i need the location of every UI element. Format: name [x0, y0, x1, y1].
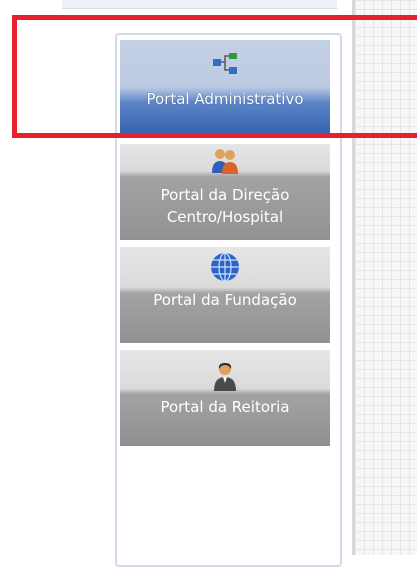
portal-direcao-button[interactable]: Portal da Direção Centro/Hospital [120, 144, 330, 240]
person-suit-icon [214, 363, 236, 391]
portal-fundacao-label: Portal da Fundação [153, 291, 297, 309]
portal-administrativo-label: Portal Administrativo [146, 90, 304, 108]
org-chart-icon [213, 53, 237, 74]
content-grid-area [352, 0, 417, 555]
portal-direcao-label: Portal da Direção Centro/Hospital [160, 186, 290, 226]
top-strip [62, 0, 337, 9]
portal-administrativo-button[interactable]: Portal Administrativo [120, 40, 330, 134]
people-group-icon [212, 149, 238, 174]
portal-fundacao-button[interactable]: Portal da Fundação [120, 247, 330, 343]
portal-reitoria-button[interactable]: Portal da Reitoria [120, 350, 330, 446]
portal-reitoria-label: Portal da Reitoria [160, 398, 290, 416]
globe-icon [211, 252, 239, 282]
